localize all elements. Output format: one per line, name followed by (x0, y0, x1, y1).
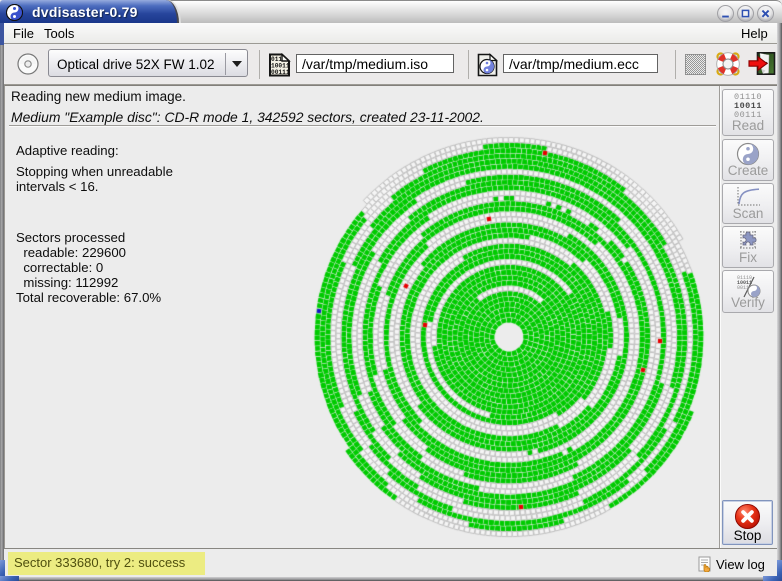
svg-text:00111: 00111 (271, 69, 290, 76)
